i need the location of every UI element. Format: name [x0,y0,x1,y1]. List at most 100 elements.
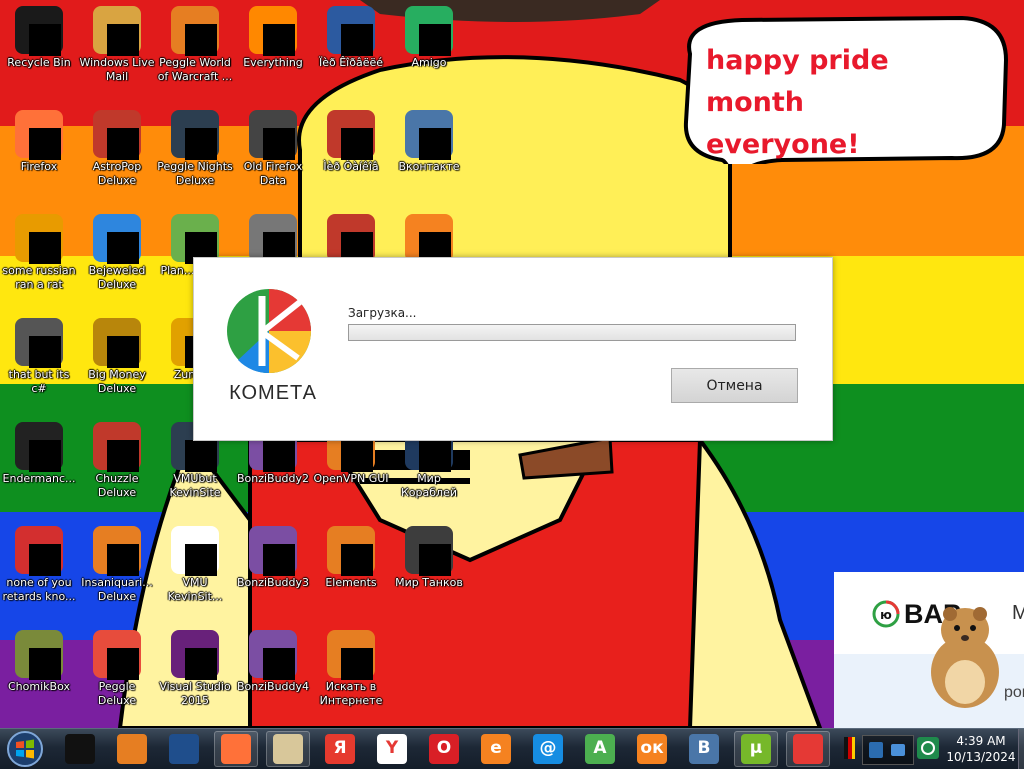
peggle-icon [93,630,141,680]
desktop-icon[interactable]: Peggle World of Warcraft ... [156,2,234,98]
taskbar-kometa-button[interactable] [786,731,830,767]
firefox-icon [15,110,63,160]
taskbar-globe-button[interactable] [162,731,206,767]
desktop-icon-label: Amigo [411,56,447,69]
desktop-icon[interactable]: Everything [234,2,312,98]
system-tray-icons[interactable] [862,735,914,765]
loading-progress-bar [348,324,796,341]
redaction-box [185,544,217,576]
start-button-windows-icon[interactable] [5,730,45,768]
tray-app-icons [869,742,905,758]
desktop-icon[interactable]: Firefox [0,106,78,202]
ad-brand-badge-icon: ю [872,600,900,628]
tray-grip-icon[interactable] [842,735,856,761]
redaction-box [29,336,61,368]
desktop-icon[interactable]: Мир Танков [390,522,468,618]
desktop-icon-label: ChomikBox [8,680,70,693]
taskbar-clock[interactable]: 4:39 AM 10/13/2024 [942,733,1020,765]
desktop-icon-label: Everything [243,56,303,69]
globe-icon [169,734,199,764]
desktop-icon[interactable]: Recycle Bin [0,2,78,98]
taskbar-utorrent-button[interactable]: µ [734,731,778,767]
taskbar-font-app-button[interactable]: A [578,731,622,767]
desktop-icon[interactable]: some russian ran a rat [0,210,78,306]
desktop-icon-label: BonziBuddy2 [236,472,310,485]
tank-icon [327,110,375,160]
redaction-box [263,24,295,56]
desktop-icon[interactable]: Вконтакте [390,106,468,202]
fish-icon [93,526,141,576]
desktop-icon[interactable]: AstroPop Deluxe [78,106,156,202]
taskbar-icon-glyph: e [490,738,502,758]
taskbar-icon-glyph: Я [333,738,347,758]
folder-icon [249,214,297,264]
desktop-icon-label: Ïèð Êîðâëëé [318,56,384,69]
cancel-button[interactable]: Отмена [671,368,798,403]
desktop-icon[interactable]: ChomikBox [0,626,78,722]
desktop-icon[interactable]: Ïèð Êîðâëëé [312,2,390,98]
desktop-icon[interactable]: VMU KevinSit... [156,522,234,618]
media-player-icon [117,734,147,764]
taskbar-mail-ru-button[interactable]: @ [526,731,570,767]
desktop-icon-label: Endermanc... [2,472,76,485]
taskbar-icon-glyph: ок [640,738,664,758]
desktop-icon[interactable]: Peggle Nights Deluxe [156,106,234,202]
taskbar-opera-button[interactable]: O [422,731,466,767]
desktop-icon-label: Firefox [20,160,58,173]
redaction-box [29,544,61,576]
desktop-icon[interactable]: Visual Studio 2015 [156,626,234,722]
taskbar-notepad-button[interactable] [266,731,310,767]
desktop-icon[interactable]: Windows Live Mail [78,2,156,98]
desktop-icon[interactable]: Insaniquari... Deluxe [78,522,156,618]
clock-time: 4:39 AM [956,734,1006,748]
redaction-box [107,648,139,680]
desktop-icon[interactable]: Endermanc... [0,418,78,514]
redaction-box [185,128,217,160]
taskbar-origin-like-button[interactable]: e [474,731,518,767]
desktop-icon[interactable]: BonziBuddy4 [234,626,312,722]
ad-badge-text: ю [880,608,892,622]
redaction-box [419,24,451,56]
desktop-icon[interactable]: Chuzzle Deluxe [78,418,156,514]
bejeweled-icon [93,214,141,264]
redaction-box [107,336,139,368]
kometa-brand-name: КОМЕТА [229,382,317,404]
desktop-icon[interactable]: Old Firefox Data [234,106,312,202]
desktop-icon[interactable]: Искать в Интернете [312,626,390,722]
desktop-icon[interactable]: Bejeweled Deluxe [78,210,156,306]
notepad-icon [273,734,303,764]
desktop-icon[interactable]: Elements [312,522,390,618]
redaction-box [419,544,451,576]
vk-icon [405,110,453,160]
loading-status-text: Загрузка... [348,306,417,320]
taskbar-yandex-browser-button[interactable]: Y [370,731,414,767]
desktop-icon[interactable]: Peggle Deluxe [78,626,156,722]
taskbar-terminal-button[interactable] [58,731,102,767]
desktop-icon[interactable]: Amigo [390,2,468,98]
taskbar-vkontakte-button[interactable]: В [682,731,726,767]
file-icon [171,526,219,576]
taskbar-media-player-button[interactable] [110,731,154,767]
desktop-icon[interactable]: that but its c# [0,314,78,410]
redaction-box [29,648,61,680]
desktop-icon[interactable]: none of you retards kno... [0,522,78,618]
taskbar-firefox-button[interactable] [214,731,258,767]
desktop-icon[interactable]: Ìèð Òàíêîâ [312,106,390,202]
desktop-icon[interactable]: Big Money Deluxe [78,314,156,410]
desktop-icon-label: Windows Live Mail [79,56,155,83]
amigo-icon [405,6,453,56]
redaction-box [341,440,373,472]
desktop-icon-label: Peggle World of Warcraft ... [157,56,233,83]
desktop-icon[interactable]: BonziBuddy3 [234,522,312,618]
taskbar-odnoklassniki-button[interactable]: ок [630,731,674,767]
redaction-box [29,24,61,56]
redaction-box [341,24,373,56]
redaction-box [107,440,139,472]
taskbar-yandex-button[interactable]: Я [318,731,362,767]
tray-network-icon[interactable] [916,735,940,761]
chuzzle-icon [93,422,141,472]
show-desktop-button[interactable] [1018,729,1024,769]
speech-line-2: everyone! [706,129,860,160]
desktop-icon-label: some russian ran a rat [2,264,76,291]
desktop-icon-label: Old Firefox Data [243,160,303,187]
